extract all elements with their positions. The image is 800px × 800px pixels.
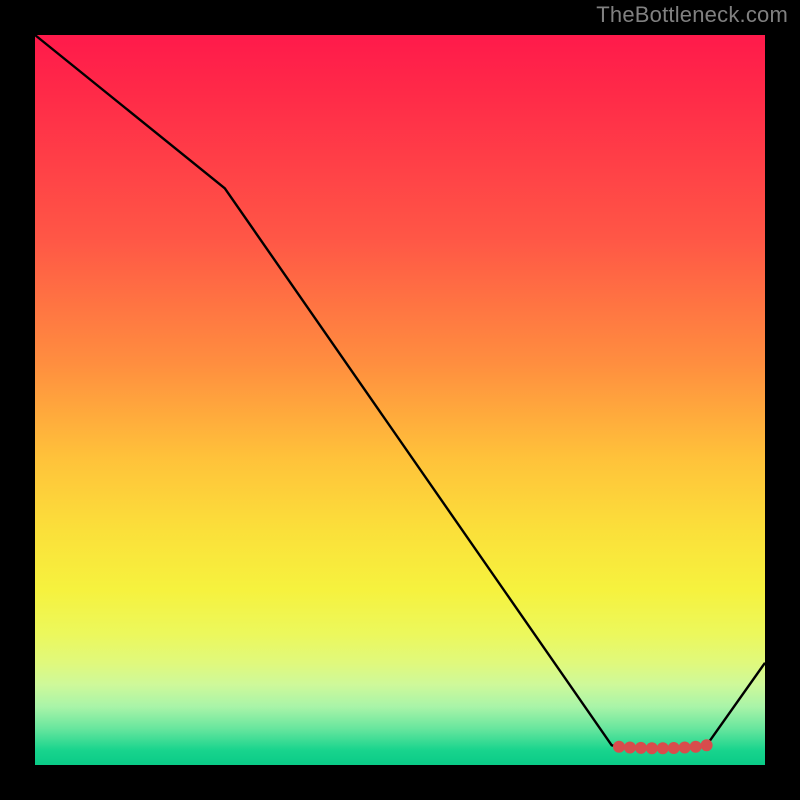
chart-frame: TheBottleneck.com	[0, 0, 800, 800]
curve-marker	[646, 742, 658, 754]
curve-marker	[657, 742, 669, 754]
curve-marker	[690, 741, 702, 753]
curve-marker	[668, 742, 680, 754]
curve-marker	[624, 741, 636, 753]
curve-marker	[701, 739, 713, 751]
curve-marker	[635, 742, 647, 754]
curve-markers	[613, 739, 713, 754]
curve-marker	[679, 741, 691, 753]
curve-marker	[613, 741, 625, 753]
watermark-text: TheBottleneck.com	[596, 2, 788, 28]
bottleneck-curve	[35, 35, 765, 748]
chart-svg	[35, 35, 765, 765]
